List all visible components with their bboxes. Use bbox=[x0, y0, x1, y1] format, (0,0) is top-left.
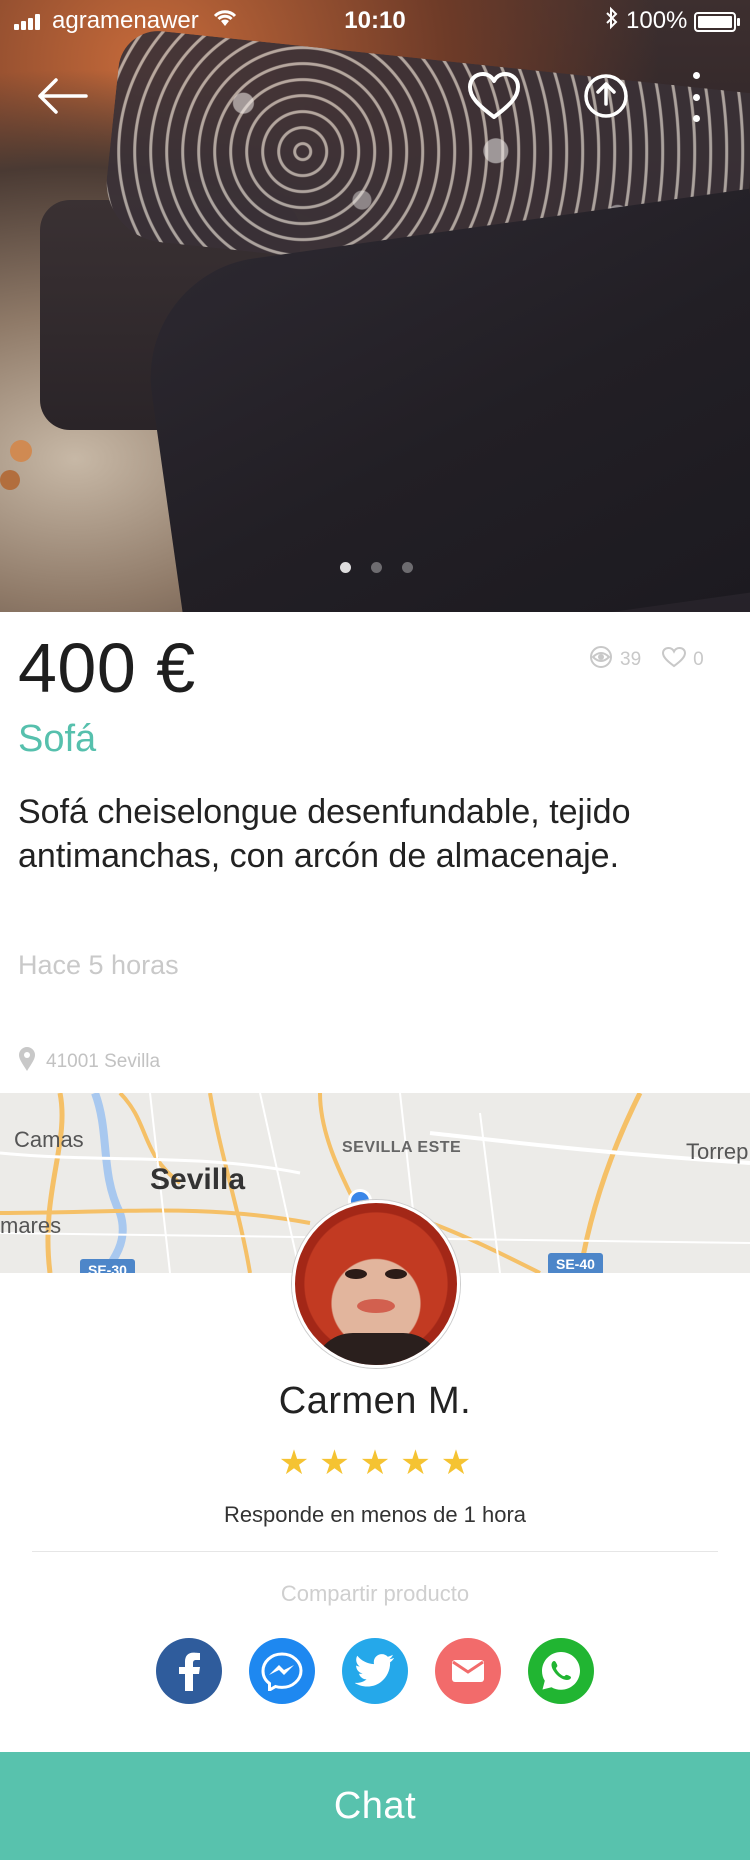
product-title: Sofá bbox=[18, 718, 97, 760]
pager-dot[interactable] bbox=[371, 562, 382, 573]
seller-rating: ★ ★ ★ ★ ★ bbox=[0, 1446, 750, 1480]
clock: 10:10 bbox=[344, 7, 406, 34]
whatsapp-share-button[interactable] bbox=[528, 1638, 594, 1704]
signal-icon bbox=[14, 12, 46, 30]
location-text: 41001 Sevilla bbox=[46, 1051, 161, 1072]
twitter-share-button[interactable] bbox=[342, 1638, 408, 1704]
product-price: 400 € bbox=[18, 629, 196, 707]
arrow-left-icon bbox=[38, 78, 88, 114]
product-location: 41001 Sevilla bbox=[18, 1046, 160, 1078]
star-icon: ★ bbox=[319, 1444, 350, 1482]
favorite-button[interactable] bbox=[466, 68, 522, 124]
product-description: Sofá cheiselongue desenfundable, tejido … bbox=[18, 793, 631, 875]
seller-name[interactable]: Carmen M. bbox=[0, 1380, 750, 1423]
heart-icon bbox=[468, 72, 520, 119]
facebook-share-button[interactable] bbox=[156, 1638, 222, 1704]
map-label: Torrep bbox=[686, 1139, 749, 1164]
map-label: Camas bbox=[14, 1127, 84, 1152]
messenger-icon bbox=[261, 1652, 303, 1691]
response-time: Responde en menos de 1 hora bbox=[223, 1502, 527, 1527]
battery-percent: 100% bbox=[626, 7, 688, 34]
facebook-icon bbox=[179, 1652, 200, 1691]
star-icon: ★ bbox=[278, 1444, 310, 1482]
divider bbox=[32, 1551, 718, 1552]
back-button[interactable] bbox=[34, 68, 90, 124]
whatsapp-icon bbox=[542, 1652, 580, 1690]
product-photo[interactable] bbox=[0, 0, 750, 612]
likes-count: 0 bbox=[693, 649, 704, 670]
product-stats: 39 0 bbox=[588, 646, 704, 674]
posted-time: Hace 5 horas bbox=[18, 950, 179, 980]
gallery-pager bbox=[340, 562, 413, 573]
photo-decor bbox=[0, 470, 20, 490]
photo-decor bbox=[10, 440, 32, 462]
star-icon: ★ bbox=[359, 1444, 391, 1482]
share-title: Compartir producto bbox=[280, 1581, 470, 1606]
location-pin-icon bbox=[18, 1046, 36, 1078]
chat-button[interactable]: Chat bbox=[0, 1752, 750, 1860]
seller-avatar[interactable] bbox=[292, 1200, 460, 1368]
email-share-button[interactable] bbox=[435, 1638, 501, 1704]
twitter-icon bbox=[355, 1654, 394, 1687]
pager-dot[interactable] bbox=[402, 562, 413, 573]
carrier-name: agramenawer bbox=[52, 7, 199, 34]
status-bar: agramenawer 10:10 100% bbox=[0, 0, 750, 40]
more-vertical-icon[interactable] bbox=[686, 72, 706, 122]
email-icon bbox=[452, 1660, 484, 1682]
battery-icon bbox=[694, 12, 740, 32]
map-label: SEVILLA ESTE bbox=[342, 1139, 462, 1156]
road-badge: SE-40 bbox=[548, 1253, 603, 1273]
share-buttons bbox=[0, 1638, 750, 1704]
share-upload-icon bbox=[584, 74, 628, 118]
map-label: mares bbox=[0, 1213, 62, 1238]
bluetooth-icon bbox=[604, 6, 620, 37]
pager-dot[interactable] bbox=[340, 562, 351, 573]
eye-icon bbox=[588, 646, 614, 674]
views-count: 39 bbox=[620, 649, 642, 670]
messenger-share-button[interactable] bbox=[249, 1638, 315, 1704]
road-badge: SE-30 bbox=[80, 1259, 135, 1273]
map-label: Sevilla bbox=[150, 1163, 246, 1196]
star-icon: ★ bbox=[440, 1444, 472, 1482]
heart-outline-icon bbox=[661, 646, 687, 674]
share-button[interactable] bbox=[578, 68, 634, 124]
wifi-icon bbox=[212, 8, 238, 34]
star-icon: ★ bbox=[400, 1444, 431, 1482]
